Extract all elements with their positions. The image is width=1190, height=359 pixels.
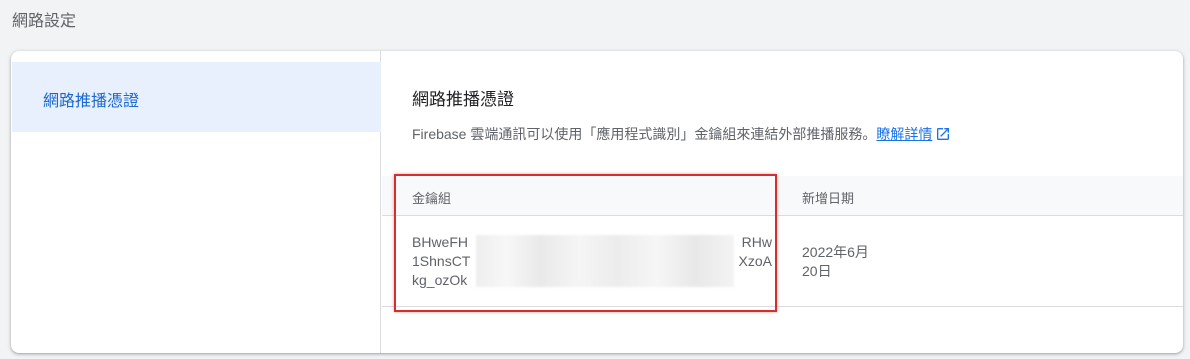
main-content: 網路推播憑證 Firebase 雲端通訊可以使用「應用程式識別」金鑰組來連結外部…	[382, 51, 1183, 353]
sidebar-item-web-push-certificates[interactable]: 網路推播憑證	[12, 62, 381, 132]
table-row: BHweFH RHw 1ShnsCT XzoA kg_ozOk 2022年6月 …	[382, 217, 1183, 307]
column-header-key-pair: 金鑰組	[412, 191, 452, 206]
date-line: 20日	[802, 263, 832, 279]
date-line: 2022年6月	[802, 244, 869, 260]
learn-more-link[interactable]: 瞭解詳情	[876, 126, 951, 142]
key-pair-cell[interactable]: BHweFH RHw 1ShnsCT XzoA kg_ozOk	[412, 233, 772, 290]
table-header: 金鑰組 新增日期	[382, 176, 1183, 216]
date-added-cell: 2022年6月 20日	[802, 243, 869, 281]
key-fragment: XzoA	[738, 253, 772, 269]
redaction-blur	[476, 235, 734, 287]
settings-card: 網路推播憑證 網路推播憑證 Firebase 雲端通訊可以使用「應用程式識別」金…	[11, 51, 1183, 353]
sidebar-item-label: 網路推播憑證	[43, 93, 140, 110]
section-description: Firebase 雲端通訊可以使用「應用程式識別」金鑰組來連結外部推播服務。瞭解…	[412, 124, 951, 145]
column-header-date-added: 新增日期	[802, 191, 855, 206]
open-in-new-icon	[935, 126, 951, 145]
description-text: Firebase 雲端通訊可以使用「應用程式識別」金鑰組來連結外部推播服務。	[412, 126, 877, 142]
sidebar: 網路推播憑證	[11, 51, 381, 353]
page-title: 網路設定	[12, 13, 77, 30]
key-fragment: RHw	[741, 234, 772, 250]
key-fragment: BHweFH	[412, 234, 469, 250]
key-fragment: 1ShnsCT	[412, 253, 471, 269]
section-title: 網路推播憑證	[412, 90, 514, 109]
learn-more-label: 瞭解詳情	[876, 126, 933, 142]
key-fragment: kg_ozOk	[412, 272, 468, 288]
